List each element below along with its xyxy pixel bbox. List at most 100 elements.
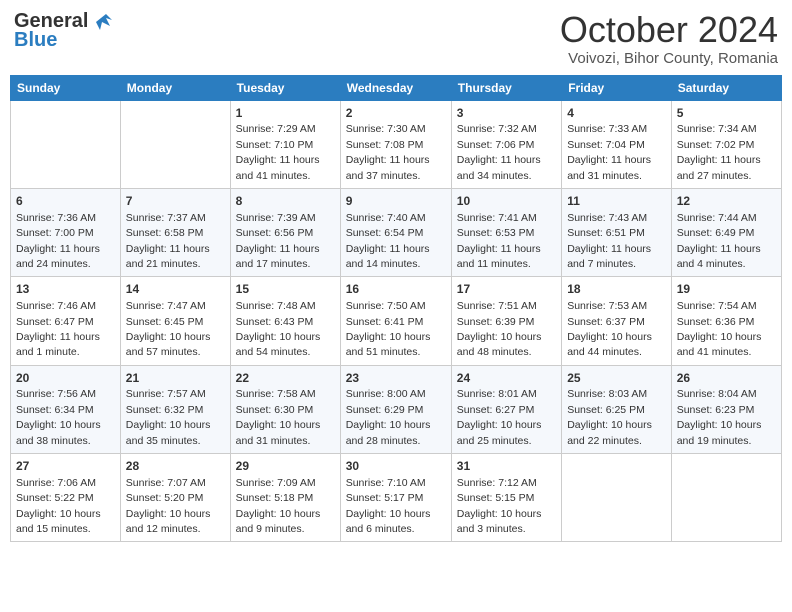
calendar-day-cell: 8Sunrise: 7:39 AMSunset: 6:56 PMDaylight… (230, 188, 340, 276)
calendar-day-cell: 13 Sunrise: 7:46 AMSunset: 6:47 PMDayligh… (11, 277, 121, 365)
day-info: Sunrise: 7:36 AMSunset: 7:00 PMDaylight:… (16, 212, 100, 270)
calendar-title: October 2024 (560, 10, 778, 50)
calendar-day-cell: 10 Sunrise: 7:41 AMSunset: 6:53 PMDayligh… (451, 188, 561, 276)
calendar-day-cell: 22Sunrise: 7:58 AMSunset: 6:30 PMDayligh… (230, 365, 340, 453)
calendar-day-cell: 30 Sunrise: 7:10 AMSunset: 5:17 PMDayligh… (340, 454, 451, 542)
day-info: Sunrise: 7:47 AMSunset: 6:45 PMDaylight:… (126, 300, 211, 358)
day-number: 10 (457, 193, 556, 210)
calendar-day-cell: 28Sunrise: 7:07 AMSunset: 5:20 PMDayligh… (120, 454, 230, 542)
day-info: Sunrise: 7:07 AMSunset: 5:20 PMDaylight:… (126, 477, 211, 535)
calendar-header: Sunday Monday Tuesday Wednesday Thursday… (11, 75, 782, 100)
calendar-day-cell: 16 Sunrise: 7:50 AMSunset: 6:41 PMDayligh… (340, 277, 451, 365)
calendar-subtitle: Voivozi, Bihor County, Romania (560, 50, 778, 67)
day-number: 19 (677, 281, 776, 298)
day-number: 20 (16, 370, 115, 387)
day-info: Sunrise: 7:48 AMSunset: 6:43 PMDaylight:… (236, 300, 321, 358)
calendar-day-cell: 1Sunrise: 7:29 AMSunset: 7:10 PMDaylight… (230, 100, 340, 188)
calendar-day-cell (562, 454, 672, 542)
day-info: Sunrise: 7:33 AMSunset: 7:04 PMDaylight:… (567, 123, 651, 181)
calendar-day-cell: 11 Sunrise: 7:43 AMSunset: 6:51 PMDayligh… (562, 188, 672, 276)
day-info: Sunrise: 7:44 AMSunset: 6:49 PMDaylight:… (677, 212, 761, 270)
day-number: 5 (677, 105, 776, 122)
day-info: Sunrise: 7:46 AMSunset: 6:47 PMDaylight:… (16, 300, 100, 358)
calendar-table: Sunday Monday Tuesday Wednesday Thursday… (10, 75, 782, 543)
day-info: Sunrise: 7:06 AMSunset: 5:22 PMDaylight:… (16, 477, 101, 535)
day-number: 24 (457, 370, 556, 387)
day-info: Sunrise: 7:58 AMSunset: 6:30 PMDaylight:… (236, 388, 321, 446)
calendar-day-cell: 29Sunrise: 7:09 AMSunset: 5:18 PMDayligh… (230, 454, 340, 542)
calendar-day-cell: 21Sunrise: 7:57 AMSunset: 6:32 PMDayligh… (120, 365, 230, 453)
calendar-body: 1Sunrise: 7:29 AMSunset: 7:10 PMDaylight… (11, 100, 782, 542)
calendar-week-row: 1Sunrise: 7:29 AMSunset: 7:10 PMDaylight… (11, 100, 782, 188)
day-info: Sunrise: 7:51 AMSunset: 6:39 PMDaylight:… (457, 300, 542, 358)
day-number: 31 (457, 458, 556, 475)
calendar-day-cell: 18Sunrise: 7:53 AMSunset: 6:37 PMDayligh… (562, 277, 672, 365)
day-number: 17 (457, 281, 556, 298)
calendar-day-cell: 4Sunrise: 7:33 AMSunset: 7:04 PMDaylight… (562, 100, 672, 188)
calendar-day-cell: 5Sunrise: 7:34 AMSunset: 7:02 PMDaylight… (671, 100, 781, 188)
day-number: 13 (16, 281, 115, 298)
calendar-day-cell: 2Sunrise: 7:30 AMSunset: 7:08 PMDaylight… (340, 100, 451, 188)
calendar-day-cell: 23Sunrise: 8:00 AMSunset: 6:29 PMDayligh… (340, 365, 451, 453)
header-friday: Friday (562, 75, 672, 100)
day-number: 29 (236, 458, 335, 475)
calendar-day-cell: 14 Sunrise: 7:47 AMSunset: 6:45 PMDayligh… (120, 277, 230, 365)
header-saturday: Saturday (671, 75, 781, 100)
header-thursday: Thursday (451, 75, 561, 100)
day-info: Sunrise: 8:00 AMSunset: 6:29 PMDaylight:… (346, 388, 431, 446)
day-info: Sunrise: 7:10 AMSunset: 5:17 PMDaylight:… (346, 477, 431, 535)
day-info: Sunrise: 7:43 AMSunset: 6:51 PMDaylight:… (567, 212, 651, 270)
header-tuesday: Tuesday (230, 75, 340, 100)
calendar-day-cell: 15Sunrise: 7:48 AMSunset: 6:43 PMDayligh… (230, 277, 340, 365)
day-info: Sunrise: 8:03 AMSunset: 6:25 PMDaylight:… (567, 388, 652, 446)
day-info: Sunrise: 7:41 AMSunset: 6:53 PMDaylight:… (457, 212, 541, 270)
calendar-day-cell: 7Sunrise: 7:37 AMSunset: 6:58 PMDaylight… (120, 188, 230, 276)
calendar-day-cell: 12Sunrise: 7:44 AMSunset: 6:49 PMDayligh… (671, 188, 781, 276)
calendar-day-cell: 20Sunrise: 7:56 AMSunset: 6:34 PMDayligh… (11, 365, 121, 453)
logo-blue-text: Blue (14, 29, 57, 52)
calendar-day-cell: 17 Sunrise: 7:51 AMSunset: 6:39 PMDayligh… (451, 277, 561, 365)
calendar-week-row: 6 Sunrise: 7:36 AMSunset: 7:00 PMDaylight… (11, 188, 782, 276)
weekday-header-row: Sunday Monday Tuesday Wednesday Thursday… (11, 75, 782, 100)
day-number: 18 (567, 281, 666, 298)
day-number: 4 (567, 105, 666, 122)
header-wednesday: Wednesday (340, 75, 451, 100)
header-sunday: Sunday (11, 75, 121, 100)
day-number: 2 (346, 105, 446, 122)
calendar-day-cell: 19 Sunrise: 7:54 AMSunset: 6:36 PMDayligh… (671, 277, 781, 365)
day-number: 14 (126, 281, 225, 298)
day-number: 25 (567, 370, 666, 387)
day-info: Sunrise: 8:01 AMSunset: 6:27 PMDaylight:… (457, 388, 542, 446)
calendar-day-cell: 25Sunrise: 8:03 AMSunset: 6:25 PMDayligh… (562, 365, 672, 453)
calendar-day-cell: 27Sunrise: 7:06 AMSunset: 5:22 PMDayligh… (11, 454, 121, 542)
day-info: Sunrise: 7:12 AMSunset: 5:15 PMDaylight:… (457, 477, 542, 535)
day-info: Sunrise: 7:54 AMSunset: 6:36 PMDaylight:… (677, 300, 762, 358)
day-info: Sunrise: 7:50 AMSunset: 6:41 PMDaylight:… (346, 300, 431, 358)
day-number: 26 (677, 370, 776, 387)
day-number: 16 (346, 281, 446, 298)
day-number: 21 (126, 370, 225, 387)
day-info: Sunrise: 7:34 AMSunset: 7:02 PMDaylight:… (677, 123, 761, 181)
day-number: 1 (236, 105, 335, 122)
day-number: 6 (16, 193, 115, 210)
day-info: Sunrise: 8:04 AMSunset: 6:23 PMDaylight:… (677, 388, 762, 446)
calendar-day-cell: 24Sunrise: 8:01 AMSunset: 6:27 PMDayligh… (451, 365, 561, 453)
day-info: Sunrise: 7:39 AMSunset: 6:56 PMDaylight:… (236, 212, 320, 270)
day-info: Sunrise: 7:30 AMSunset: 7:08 PMDaylight:… (346, 123, 430, 181)
day-info: Sunrise: 7:32 AMSunset: 7:06 PMDaylight:… (457, 123, 541, 181)
calendar-day-cell (11, 100, 121, 188)
day-number: 30 (346, 458, 446, 475)
calendar-day-cell: 3Sunrise: 7:32 AMSunset: 7:06 PMDaylight… (451, 100, 561, 188)
calendar-week-row: 20Sunrise: 7:56 AMSunset: 6:34 PMDayligh… (11, 365, 782, 453)
calendar-day-cell: 31 Sunrise: 7:12 AMSunset: 5:15 PMDayligh… (451, 454, 561, 542)
calendar-day-cell (671, 454, 781, 542)
calendar-week-row: 27Sunrise: 7:06 AMSunset: 5:22 PMDayligh… (11, 454, 782, 542)
calendar-day-cell: 9 Sunrise: 7:40 AMSunset: 6:54 PMDaylight… (340, 188, 451, 276)
day-info: Sunrise: 7:29 AMSunset: 7:10 PMDaylight:… (236, 123, 320, 181)
title-block: October 2024 Voivozi, Bihor County, Roma… (560, 10, 778, 67)
day-number: 9 (346, 193, 446, 210)
day-number: 23 (346, 370, 446, 387)
calendar-day-cell (120, 100, 230, 188)
day-number: 11 (567, 193, 666, 210)
day-info: Sunrise: 7:40 AMSunset: 6:54 PMDaylight:… (346, 212, 430, 270)
